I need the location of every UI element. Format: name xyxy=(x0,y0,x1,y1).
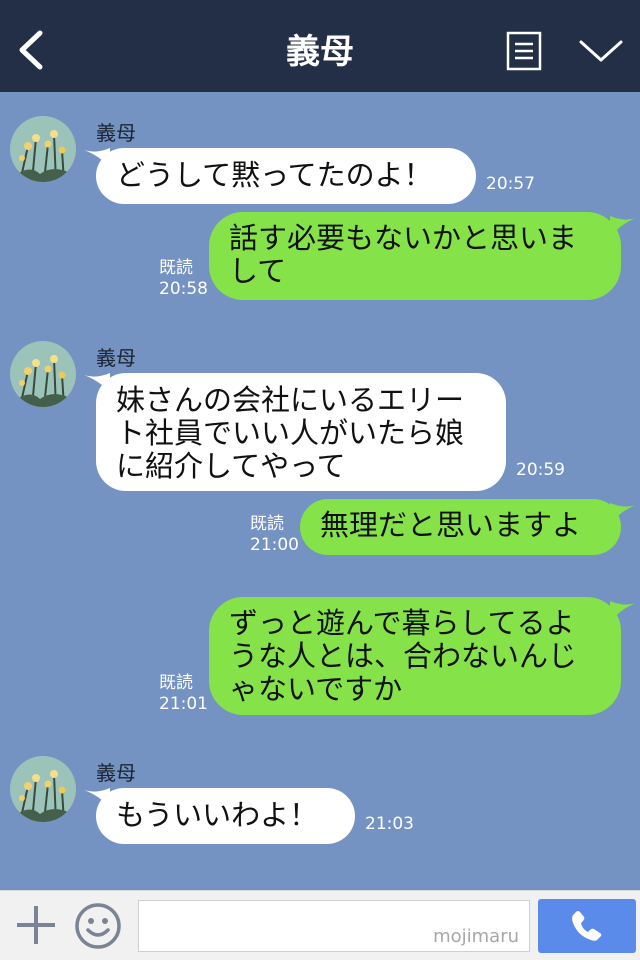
contact-avatar[interactable] xyxy=(10,756,76,822)
plus-icon xyxy=(17,906,55,944)
add-button[interactable] xyxy=(14,903,58,947)
sender-name: 義母 xyxy=(96,346,136,370)
bubble-tail xyxy=(610,503,636,525)
message-time: 20:57 xyxy=(486,174,535,194)
collapse-button[interactable] xyxy=(578,36,624,66)
chat-title: 義母 xyxy=(286,32,354,72)
read-label: 既読 xyxy=(159,258,193,278)
chevron-down-icon xyxy=(579,40,623,62)
avatar-image xyxy=(10,116,76,182)
message-time: 20:58 xyxy=(159,279,208,299)
read-label: 既読 xyxy=(159,673,193,693)
bubble-tail xyxy=(610,601,636,623)
incoming-message-bubble[interactable]: どうして黙ってたのよ！ xyxy=(96,148,476,204)
bubble-tail xyxy=(610,216,636,238)
document-menu-icon xyxy=(506,31,542,71)
message-time: 21:01 xyxy=(159,694,208,714)
menu-button[interactable] xyxy=(506,31,542,71)
contact-avatar[interactable] xyxy=(10,116,76,182)
avatar-image xyxy=(10,341,76,407)
sender-name: 義母 xyxy=(96,761,136,785)
avatar-image xyxy=(10,756,76,822)
phone-icon xyxy=(572,911,602,941)
read-label: 既読 xyxy=(250,514,284,534)
read-receipt: 既読 21:00 xyxy=(250,514,299,556)
message-time: 21:00 xyxy=(250,535,299,555)
watermark-text: mojimaru xyxy=(433,926,519,947)
read-receipt: 既読 21:01 xyxy=(159,673,208,715)
message-time: 21:03 xyxy=(365,814,414,834)
emoji-button[interactable] xyxy=(74,902,122,950)
smiley-icon xyxy=(75,903,121,949)
message-input[interactable]: mojimaru xyxy=(138,900,530,952)
sender-name: 義母 xyxy=(96,121,136,145)
read-receipt: 既読 20:58 xyxy=(159,258,208,300)
input-bar: mojimaru xyxy=(0,890,640,960)
incoming-message-bubble[interactable]: 妹さんの会社にいるエリー ト社員でいい人がいたら娘 に紹介してやって xyxy=(96,373,506,491)
outgoing-message-bubble[interactable]: ずっと遊んで暮らしてるよ うな人とは、合わないんじ ゃないですか xyxy=(209,597,621,715)
message-time: 20:59 xyxy=(516,460,565,480)
incoming-message-bubble[interactable]: もういいわよ！ xyxy=(96,788,355,844)
chat-header: 義母 xyxy=(0,0,640,92)
outgoing-message-bubble[interactable]: 無理だと思いますよ xyxy=(300,499,621,555)
outgoing-message-bubble[interactable]: 話す必要もないかと思いま して xyxy=(209,212,621,300)
call-button[interactable] xyxy=(538,899,636,953)
contact-avatar[interactable] xyxy=(10,341,76,407)
